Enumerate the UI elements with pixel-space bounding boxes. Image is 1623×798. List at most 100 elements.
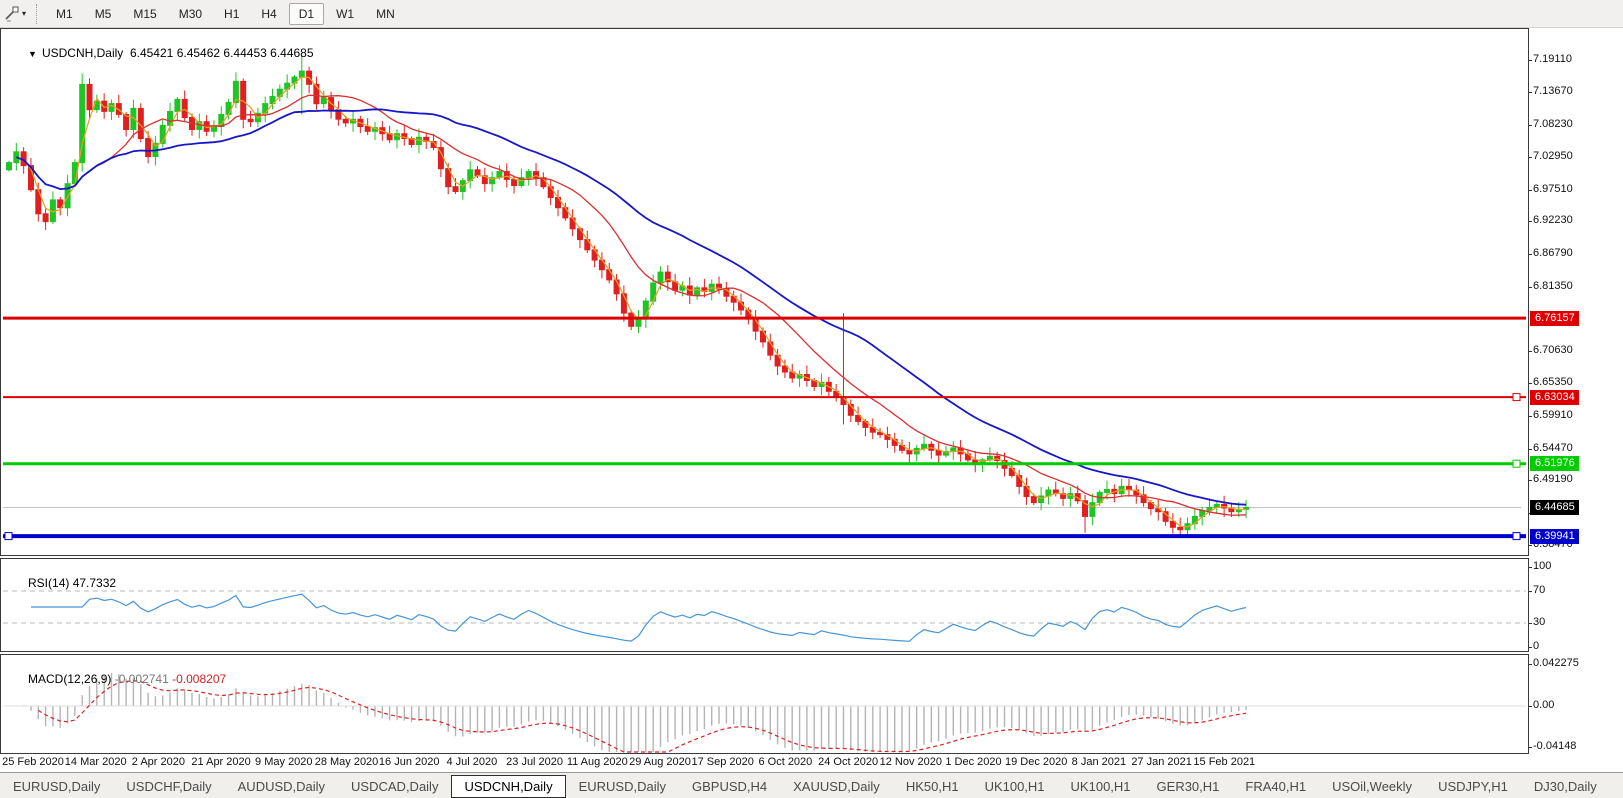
- level-badge-6.76157: 6.76157: [1530, 310, 1579, 326]
- date-label: 21 Apr 2020: [191, 756, 251, 768]
- tab-usdjpy-h1[interactable]: USDJPY,H1: [1425, 776, 1521, 797]
- level-badge-6.39941: 6.39941: [1530, 528, 1579, 544]
- rsi-tick: 30: [1528, 616, 1546, 628]
- tab-eurusd-daily[interactable]: EURUSD,Daily: [566, 776, 679, 797]
- collapse-icon[interactable]: ▼: [28, 49, 37, 59]
- tab-uk100-h1[interactable]: UK100,H1: [972, 776, 1058, 797]
- tab-usdcnh-daily[interactable]: USDCNH,Daily: [451, 774, 566, 798]
- date-label: 23 Jul 2020: [506, 756, 564, 768]
- level-badge-6.51976: 6.51976: [1530, 456, 1579, 472]
- date-label: 8 Jan 2021: [1071, 756, 1127, 768]
- cursor-tool-caret-icon[interactable]: ▾: [22, 9, 26, 18]
- timeframe-toolbar: ▾ M1 M5 M15 M30 H1 H4 D1 W1 MN: [0, 0, 1623, 28]
- tab-usoil-weekly[interactable]: USOil,Weekly: [1319, 776, 1425, 797]
- date-label: 11 Aug 2020: [566, 756, 628, 768]
- rsi-tick: 100: [1528, 560, 1552, 572]
- rsi-tick: 0: [1528, 640, 1540, 652]
- tab-audusd-daily[interactable]: AUDUSD,Daily: [225, 776, 338, 797]
- timeframe-m15[interactable]: M15: [123, 3, 166, 25]
- date-label: 29 Aug 2020: [629, 756, 691, 768]
- price-tick: 7.08230: [1529, 118, 1573, 131]
- timeframe-h4[interactable]: H4: [251, 3, 286, 25]
- price-tick: 6.81350: [1529, 279, 1573, 292]
- macd-chart[interactable]: [1, 655, 1528, 753]
- timeframe-w1[interactable]: W1: [326, 3, 364, 25]
- date-label: 2 Apr 2020: [131, 756, 185, 768]
- cursor-tool-icon[interactable]: [2, 5, 22, 23]
- tab-usdcad-daily[interactable]: USDCAD,Daily: [338, 776, 451, 797]
- macd-main-value: -0.002741: [114, 672, 169, 686]
- price-tick: 6.65350: [1529, 376, 1573, 389]
- rsi-pane[interactable]: RSI(14) 47.7332: [0, 558, 1529, 652]
- timeframe-m30[interactable]: M30: [169, 3, 212, 25]
- macd-label: MACD(12,26,9) -0.002741 -0.008207: [28, 672, 227, 686]
- chart-ohlc-title: ▼ USDCNH,Daily 6.45421 6.45462 6.44453 6.…: [8, 32, 314, 74]
- date-label: 28 May 2020: [314, 756, 379, 768]
- open-value: 6.45421: [129, 46, 174, 60]
- symbol-label: USDCNH,Daily: [41, 46, 124, 60]
- price-tick: 6.54470: [1529, 441, 1573, 454]
- date-axis: 25 Feb 2020 14 Mar 2020 2 Apr 2020 21 Apr 2…: [0, 754, 1529, 772]
- date-label: 6 Oct 2020: [758, 756, 813, 768]
- macd-tick: -0.04148: [1528, 740, 1577, 753]
- level-badge-6.63034: 6.63034: [1530, 389, 1579, 405]
- price-tick: 6.97510: [1529, 182, 1573, 195]
- rsi-value: 47.7332: [72, 576, 117, 590]
- tab-eurusd-daily[interactable]: EURUSD,Daily: [0, 776, 113, 797]
- tab-ger30-h1[interactable]: GER30,H1: [1144, 776, 1233, 797]
- hline-handle-right[interactable]: [1512, 459, 1521, 468]
- hline-handle-left[interactable]: [4, 532, 13, 541]
- macd-tick: 0.042275: [1529, 656, 1579, 669]
- tab-hk50-h1[interactable]: HK50,H1: [893, 776, 972, 797]
- price-tick: 6.49190: [1529, 473, 1573, 486]
- hline-handle-right[interactable]: [1512, 532, 1521, 541]
- price-tick: 7.19110: [1529, 52, 1572, 65]
- price-tick: 7.13670: [1529, 85, 1573, 98]
- macd-signal-value: -0.008207: [172, 672, 227, 686]
- timeframe-m5[interactable]: M5: [85, 3, 122, 25]
- trading-platform-window: ▾ M1 M5 M15 M30 H1 H4 D1 W1 MN ▼ USDCNH,Daily 6.4…: [0, 0, 1623, 798]
- tab-usdchf-daily[interactable]: USDCHF,Daily: [113, 776, 224, 797]
- price-tick: 7.02950: [1529, 149, 1573, 162]
- date-label: 1 Dec 2020: [945, 756, 1002, 768]
- timeframe-h1[interactable]: H1: [214, 3, 249, 25]
- rsi-line: [31, 593, 1247, 642]
- price-chart-pane[interactable]: ▼ USDCNH,Daily 6.45421 6.45462 6.44453 6.…: [0, 28, 1529, 556]
- rsi-chart[interactable]: [1, 559, 1528, 651]
- macd-tick: 0.00: [1528, 699, 1555, 711]
- date-label: 14 Mar 2020: [64, 756, 127, 768]
- date-label: 17 Sep 2020: [691, 756, 754, 768]
- price-tick: 6.59910: [1529, 408, 1573, 421]
- date-label: 4 Jul 2020: [446, 756, 498, 768]
- date-label: 27 Jan 2021: [1131, 756, 1192, 768]
- timeframe-m1[interactable]: M1: [46, 3, 83, 25]
- date-label: 15 Feb 2021: [1193, 756, 1256, 768]
- date-label: 25 Feb 2020: [2, 756, 64, 768]
- date-label: 12 Nov 2020: [879, 756, 942, 768]
- toolbar-grip: [36, 3, 38, 24]
- tab-gbpusd-h4[interactable]: GBPUSD,H4: [679, 776, 780, 797]
- tab-dj30-daily[interactable]: DJ30,Daily: [1521, 776, 1610, 797]
- tab-xauusd-daily[interactable]: XAUUSD,Daily: [780, 776, 893, 797]
- date-label: 19 Dec 2020: [1004, 756, 1068, 768]
- date-label: 9 May 2020: [255, 756, 313, 768]
- high-value: 6.45462: [176, 46, 221, 60]
- price-axis: 7.19110 7.13670 7.08230 7.02950 6.97510 6.922…: [1528, 0, 1623, 772]
- date-label: 16 Jun 2020: [378, 756, 440, 768]
- price-tick: 6.70630: [1529, 344, 1573, 357]
- tab-fra40-h1[interactable]: FRA40,H1: [1232, 776, 1319, 797]
- price-tick: 6.86790: [1529, 247, 1573, 260]
- ma-slow-line: [15, 108, 1247, 506]
- chart-tab-bar: EURUSD,Daily USDCHF,Daily AUDUSD,Daily USDC…: [0, 772, 1623, 798]
- hline-handle-right[interactable]: [1512, 393, 1521, 402]
- timeframe-mn[interactable]: MN: [366, 3, 405, 25]
- candlestick-chart[interactable]: [1, 29, 1528, 555]
- low-value: 6.44453: [223, 46, 267, 60]
- tab-china300-h1[interactable]: CHINA300,H1: [1610, 776, 1623, 797]
- ma-mid-line: [16, 94, 1247, 516]
- macd-pane[interactable]: MACD(12,26,9) -0.002741 -0.008207: [0, 654, 1529, 754]
- close-value: 6.44685: [270, 46, 314, 60]
- timeframe-d1[interactable]: D1: [288, 2, 325, 25]
- tab-uk100-h1[interactable]: UK100,H1: [1058, 776, 1144, 797]
- rsi-tick: 70: [1528, 584, 1546, 596]
